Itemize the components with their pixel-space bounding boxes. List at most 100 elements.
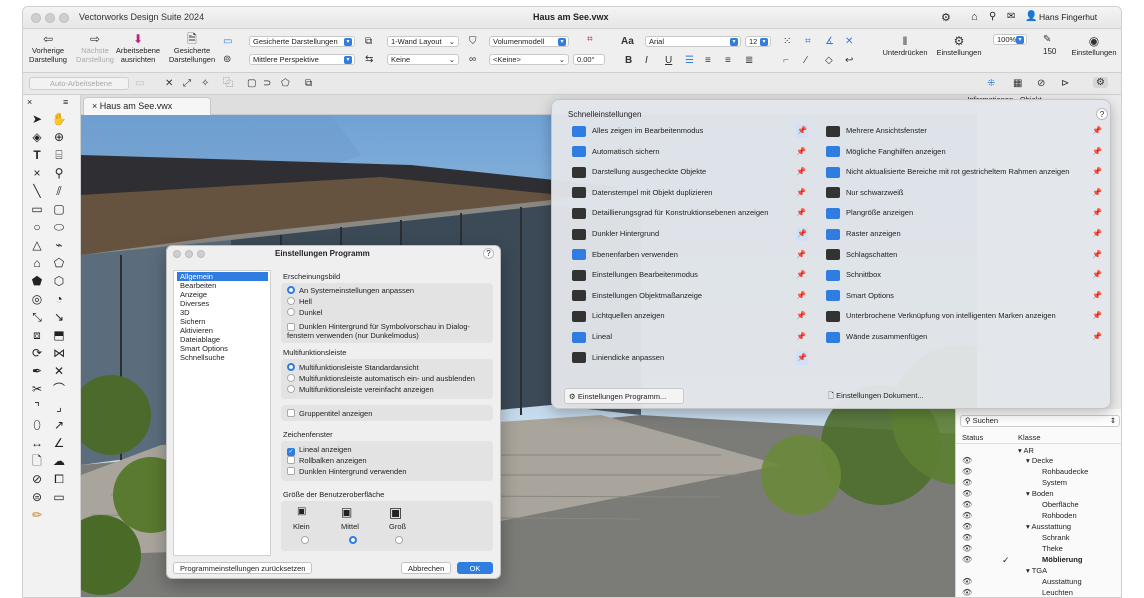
- dark-bg-checkbox[interactable]: Dunklen Hintergrund verwenden: [287, 467, 407, 476]
- pin-icon[interactable]: 📌: [1092, 206, 1102, 220]
- pin-icon[interactable]: 📌: [1092, 145, 1102, 159]
- dimension-tool-icon[interactable]: ↔: [27, 435, 47, 451]
- layer-frame-icon[interactable]: ▭: [135, 78, 144, 89]
- eye-icon[interactable]: 👁: [962, 500, 972, 509]
- eye-icon[interactable]: 👁: [962, 467, 972, 476]
- eye-icon[interactable]: 👁: [962, 577, 972, 586]
- dark-symbol-bg-checkbox[interactable]: Dunklen Hintergrund für Symbolvorschau i…: [287, 322, 487, 340]
- tree-item[interactable]: ▾ AR: [1018, 446, 1034, 455]
- appearance-light-radio[interactable]: Hell: [287, 297, 312, 306]
- extend-tool-icon[interactable]: ↗: [49, 417, 69, 433]
- close-window-button[interactable]: [31, 13, 41, 23]
- group-titles-checkbox[interactable]: Gruppentitel anzeigen: [287, 409, 372, 418]
- class-icon[interactable]: ⇆: [365, 54, 373, 65]
- tree-item[interactable]: Oberfläche: [1042, 500, 1079, 509]
- quick-setting-item[interactable]: Mehrere Ansichtsfenster: [826, 124, 927, 138]
- tree-item-active[interactable]: Möblierung: [1042, 555, 1082, 564]
- align-center-icon[interactable]: ≡: [705, 55, 711, 66]
- pin-icon[interactable]: 📌: [1092, 124, 1102, 138]
- image-tool-icon[interactable]: ⧠: [49, 471, 69, 487]
- flyover-tool-icon[interactable]: ◈: [27, 129, 47, 145]
- align-left-icon[interactable]: ☰: [685, 55, 694, 66]
- quick-setting-item[interactable]: Ebenenfarben verwenden: [572, 248, 678, 262]
- tree-item[interactable]: Ausstattung: [1042, 577, 1082, 586]
- reset-settings-button[interactable]: Programmeinstellungen zurücksetzen: [173, 562, 313, 574]
- pin-icon[interactable]: 📌: [796, 124, 808, 138]
- snap-angle-icon[interactable]: ∡: [825, 36, 834, 47]
- angle-field[interactable]: 0.00°: [573, 54, 605, 65]
- rect-mode-icon[interactable]: ▢: [247, 78, 256, 89]
- offset-tool-icon[interactable]: ⧈: [27, 327, 47, 343]
- quick-setting-item[interactable]: Nicht aktualisierte Bereiche mit rot ges…: [826, 165, 1069, 179]
- text-tool-icon[interactable]: T: [27, 147, 47, 163]
- slash-tool-icon[interactable]: ⊘: [27, 471, 47, 487]
- class-search-input[interactable]: ⚲ Suchen ⇕: [960, 415, 1120, 427]
- snap-corner-icon[interactable]: ⌐: [783, 55, 789, 66]
- line-tool-icon[interactable]: ╲: [27, 183, 47, 199]
- category-item[interactable]: Allgemein: [177, 272, 268, 281]
- ribbon-simple-radio[interactable]: Multifunktionsleiste vereinfacht anzeige…: [287, 385, 434, 394]
- eye-icon[interactable]: 👁: [962, 588, 972, 597]
- tree-item[interactable]: ▾ Boden: [1026, 489, 1054, 498]
- category-item[interactable]: Aktivieren: [177, 326, 268, 335]
- eye-icon[interactable]: 👁: [962, 544, 972, 553]
- doc-tool-icon[interactable]: 🗋: [27, 453, 47, 469]
- pen-icon[interactable]: ✎: [1043, 34, 1051, 45]
- chamfer-tool-icon[interactable]: ⌝: [27, 399, 47, 415]
- font-size-select[interactable]: 12 ▾: [745, 36, 771, 47]
- quick-setting-item[interactable]: Liniendicke anpassen: [572, 351, 664, 365]
- category-item[interactable]: Dateiablage: [177, 335, 268, 344]
- angular-dim-tool-icon[interactable]: ∠: [49, 435, 69, 451]
- quick-settings-icon[interactable]: ⚙: [1093, 77, 1108, 88]
- eyedropper-tool-icon[interactable]: ✒: [27, 363, 47, 379]
- tree-item[interactable]: Rohboden: [1042, 511, 1077, 520]
- polygon-tool-icon[interactable]: ⌂: [27, 255, 47, 271]
- quick-setting-item[interactable]: Wände zusammenfügen: [826, 330, 927, 344]
- pin-icon[interactable]: 📌: [1092, 289, 1102, 303]
- eye-icon[interactable]: 👁: [962, 511, 972, 520]
- size-small-radio[interactable]: [301, 536, 313, 545]
- callout-tool-icon[interactable]: ⌸: [49, 147, 69, 163]
- category-item[interactable]: Bearbeiten: [177, 281, 268, 290]
- quick-setting-item[interactable]: Datenstempel mit Objekt duplizieren: [572, 186, 712, 200]
- selection-tool-icon[interactable]: ➤: [27, 111, 47, 127]
- rotate-tool-icon[interactable]: ⟳: [27, 345, 47, 361]
- sparkle-icon[interactable]: ✧: [201, 78, 209, 89]
- minimize-dialog-button[interactable]: [185, 250, 193, 258]
- rectangle-tool-icon[interactable]: ▭: [27, 201, 47, 217]
- home-icon[interactable]: ⌂: [971, 11, 978, 23]
- pin-icon[interactable]: 📌: [796, 350, 808, 365]
- eye-icon[interactable]: 👁: [962, 478, 972, 487]
- snap-arc-icon[interactable]: ↩: [845, 55, 853, 66]
- category-item[interactable]: 3D: [177, 308, 268, 317]
- ribbon-auto-radio[interactable]: Multifunktionsleiste automatisch ein- un…: [287, 374, 475, 383]
- pin-icon[interactable]: 📌: [796, 309, 806, 323]
- mirror-tool-icon[interactable]: ⬒: [49, 327, 69, 343]
- class-select[interactable]: Keine ⌄: [387, 54, 459, 65]
- grid-snap-icon[interactable]: ⁙: [783, 36, 791, 47]
- ribbon-standard-radio[interactable]: Multifunktionsleiste Standardansicht: [287, 363, 419, 372]
- quick-setting-item[interactable]: Alles zeigen im Bearbeitenmodus: [572, 124, 703, 138]
- help-button[interactable]: ?: [483, 248, 494, 259]
- poly-mode-icon[interactable]: ⬠: [281, 78, 290, 89]
- circle-tool-icon[interactable]: ○: [27, 219, 47, 235]
- grid-view-icon[interactable]: ⁜: [987, 78, 995, 89]
- lasso-icon[interactable]: ⊃: [263, 78, 271, 89]
- quick-setting-item[interactable]: Plangröße anzeigen: [826, 206, 913, 220]
- category-item[interactable]: Schnellsuche: [177, 353, 268, 362]
- italic-icon[interactable]: I: [645, 55, 648, 66]
- tree-item[interactable]: System: [1042, 478, 1067, 487]
- quick-setting-item[interactable]: Nur schwarzweiß: [826, 186, 904, 200]
- size-large-radio[interactable]: [395, 536, 407, 545]
- layer-select[interactable]: 1-Wand Layout ⌄: [387, 36, 459, 47]
- category-item[interactable]: Sichern: [177, 317, 268, 326]
- reshape-tool-icon[interactable]: ↘: [49, 309, 69, 325]
- snap-x-icon[interactable]: ✕: [845, 36, 853, 47]
- document-settings-button[interactable]: 🗋 Einstellungen Dokument...: [824, 388, 954, 404]
- font-select[interactable]: Arial ▾: [645, 36, 741, 47]
- perspective-select[interactable]: Mittlere Perspektive ▾: [249, 54, 355, 65]
- clip-tool-icon[interactable]: ⬯: [27, 417, 47, 433]
- tree-item[interactable]: Theke: [1042, 544, 1063, 553]
- zoom-select[interactable]: 100% ▾: [993, 34, 1027, 45]
- quick-setting-item[interactable]: Dunkler Hintergrund: [572, 227, 659, 241]
